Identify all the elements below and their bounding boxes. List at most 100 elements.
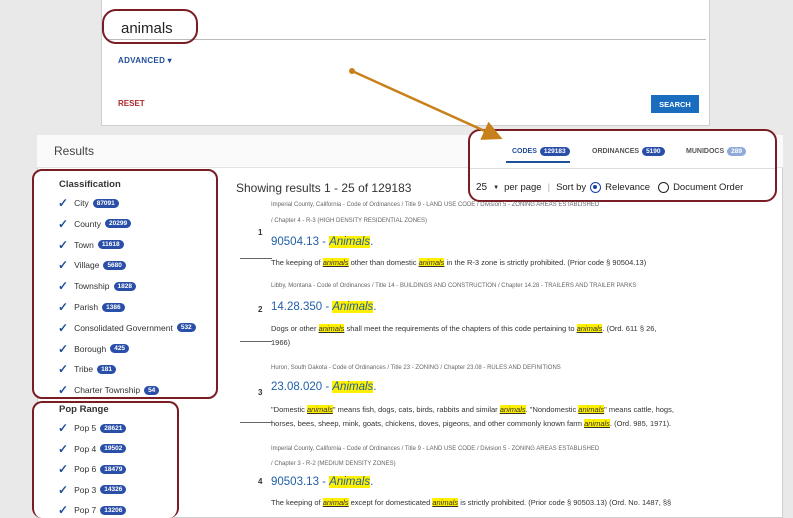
- result-separator: [240, 341, 272, 342]
- active-tab-indicator: [506, 161, 570, 163]
- checkmark-icon: ✓: [58, 441, 69, 456]
- facet-count-badge: 1386: [102, 302, 125, 312]
- facet-label: Charter Township: [74, 385, 141, 396]
- checkmark-icon: ✓: [58, 362, 69, 377]
- result-snippet-continued: 1966): [271, 338, 291, 347]
- advanced-toggle[interactable]: ADVANCED ▾: [118, 56, 172, 65]
- pop-range-item[interactable]: ✓ Pop 3 14326: [58, 482, 127, 497]
- facet-count-badge: 5680: [103, 260, 126, 270]
- pop-range-annotation-box: [32, 401, 179, 518]
- facet-label: Village: [74, 260, 100, 271]
- facet-count-badge: 54: [144, 385, 160, 395]
- result-separator: [240, 258, 272, 259]
- classification-item[interactable]: ✓ Charter Township 54: [58, 383, 160, 398]
- result-breadcrumb[interactable]: Huron, South Dakota - Code of Ordinances…: [271, 365, 561, 371]
- checkmark-icon: ✓: [58, 421, 69, 435]
- classification-item[interactable]: ✓ Village 5680: [58, 258, 126, 272]
- facet-label: Pop 6: [74, 464, 97, 474]
- tab-codes-label: CODES: [512, 148, 537, 155]
- sort-document-order-label[interactable]: Document Order: [673, 182, 743, 193]
- result-number: 4: [258, 477, 263, 486]
- search-term-highlight: Animals: [332, 381, 374, 393]
- sort-document-order-radio[interactable]: [658, 182, 670, 193]
- facet-count-badge: 1828: [113, 281, 136, 291]
- facet-label: County: [74, 218, 101, 229]
- checkmark-icon: ✓: [58, 216, 69, 231]
- facet-count-badge: 13206: [100, 505, 127, 515]
- classification-item[interactable]: ✓ Township 1828: [58, 279, 136, 293]
- checkmark-icon: ✓: [58, 341, 69, 356]
- facet-label: Consolidated Government: [74, 322, 173, 333]
- checkmark-icon: ✓: [58, 258, 69, 273]
- result-title-link[interactable]: 23.08.020 - Animals.: [271, 381, 377, 393]
- result-number: 1: [258, 228, 263, 237]
- search-term-highlight: animals: [576, 324, 603, 333]
- result-title-link[interactable]: 90504.13 - Animals.: [271, 236, 373, 248]
- facet-label: City: [74, 198, 89, 208]
- search-button[interactable]: SEARCH: [651, 95, 699, 113]
- pop-range-title: Pop Range: [59, 404, 109, 415]
- tab-codes-count: 129183: [539, 147, 570, 156]
- checkmark-icon: ✓: [58, 482, 69, 497]
- sort-relevance-radio[interactable]: [590, 182, 602, 193]
- result-breadcrumb[interactable]: Libby, Montana - Code of Ordinances / Ti…: [271, 283, 636, 289]
- result-title-link[interactable]: 14.28.350 - Animals.: [271, 301, 377, 313]
- checkmark-icon: ✓: [58, 383, 69, 398]
- facet-label: Pop 4: [74, 443, 97, 454]
- facet-label: Pop 7: [74, 505, 97, 515]
- tab-munidocs-label: MUNIDOCS: [686, 148, 725, 155]
- sort-by-label: Sort by: [556, 182, 587, 193]
- result-breadcrumb[interactable]: Imperial County, California - Code of Or…: [271, 446, 599, 452]
- search-term-highlight: animals: [432, 498, 459, 507]
- classification-item[interactable]: ✓ County 20299: [58, 216, 132, 231]
- checkmark-icon: ✓: [58, 503, 69, 517]
- results-count: Showing results 1 - 25 of 129183: [236, 181, 412, 195]
- checkmark-icon: ✓: [58, 279, 69, 294]
- search-term-highlight: Animals: [329, 236, 371, 248]
- facet-count-badge: 18479: [100, 464, 127, 474]
- classification-item[interactable]: ✓ City 87091: [58, 196, 119, 210]
- per-page-select[interactable]: 25: [476, 182, 487, 193]
- facet-count-badge: 19502: [100, 444, 127, 453]
- facet-count-badge: 11618: [97, 240, 124, 250]
- result-number: 3: [258, 388, 263, 397]
- results-title: Results: [54, 144, 95, 158]
- tab-codes[interactable]: CODES 129183: [512, 147, 570, 156]
- search-term-highlight: animals: [584, 419, 610, 428]
- classification-item[interactable]: ✓ Tribe 181: [58, 362, 116, 376]
- classification-item[interactable]: ✓ Parish 1386: [58, 300, 125, 314]
- sort-relevance-label[interactable]: Relevance: [605, 182, 650, 193]
- checkmark-icon: ✓: [58, 237, 69, 252]
- facet-count-badge: 14326: [100, 485, 127, 494]
- tab-ordinances-count: 5190: [642, 147, 665, 156]
- query-annotation-oval: [102, 9, 198, 44]
- result-snippet: "Domestic animals" means fish, dogs, cat…: [271, 405, 674, 414]
- divider: |: [547, 182, 551, 193]
- facet-label: Tribe: [74, 364, 94, 375]
- reset-button[interactable]: RESET: [118, 99, 145, 108]
- pop-range-item[interactable]: ✓ Pop 7 13206: [58, 503, 127, 517]
- classification-item[interactable]: ✓ Town 11618: [58, 238, 124, 252]
- result-title-link[interactable]: 90503.13 - Animals.: [271, 476, 373, 488]
- facet-label: Borough: [74, 343, 107, 354]
- chevron-down-icon[interactable]: ▼: [493, 185, 499, 191]
- pop-range-item[interactable]: ✓ Pop 6 18479: [58, 462, 127, 476]
- result-breadcrumb-chapter[interactable]: / Chapter 3 - R-2 (MEDIUM DENSITY ZONES): [271, 461, 396, 467]
- search-term-highlight: animals: [322, 258, 349, 267]
- search-term-highlight: Animals: [332, 301, 374, 313]
- result-breadcrumb-chapter[interactable]: / Chapter 4 - R-3 (HIGH DENSITY RESIDENT…: [271, 218, 427, 224]
- result-breadcrumb[interactable]: Imperial County, California - Code of Or…: [271, 202, 599, 208]
- pop-range-item[interactable]: ✓ Pop 5 28621: [58, 421, 127, 435]
- classification-item[interactable]: ✓ Borough 425: [58, 341, 130, 356]
- classification-item[interactable]: ✓ Consolidated Government 532: [58, 321, 196, 335]
- facet-count-badge: 425: [110, 344, 130, 354]
- pop-range-item[interactable]: ✓ Pop 4 19502: [58, 441, 127, 456]
- facet-label: Pop 5: [74, 423, 97, 433]
- tab-ordinances[interactable]: ORDINANCES 5190: [592, 147, 665, 156]
- tabs-divider: [470, 168, 775, 169]
- search-term-highlight: animals: [307, 405, 333, 414]
- facet-label: Township: [74, 281, 110, 292]
- result-snippet-continued: horses, bees, sheep, mink, goats, chicke…: [271, 419, 672, 428]
- tab-munidocs[interactable]: MUNIDOCS 289: [686, 147, 746, 156]
- checkmark-icon: ✓: [58, 462, 69, 476]
